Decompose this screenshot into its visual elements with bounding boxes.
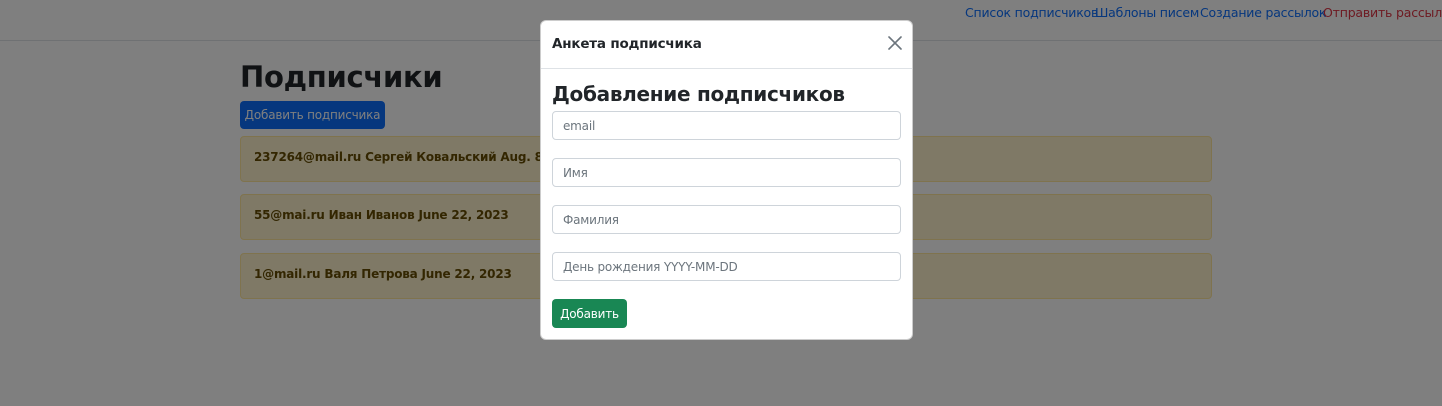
close-icon — [888, 36, 902, 50]
birthday-input[interactable] — [552, 252, 901, 281]
modal-close-button[interactable] — [887, 35, 903, 51]
last-name-input[interactable] — [552, 205, 901, 234]
subscriber-form-modal: Анкета подписчика Добавление подписчиков… — [540, 20, 913, 340]
first-name-input[interactable] — [552, 158, 901, 187]
submit-add-button[interactable]: Добавить — [552, 299, 627, 328]
page: Список подписчиков Шаблоны писем Создани… — [0, 0, 1442, 406]
modal-header: Анкета подписчика — [541, 21, 912, 69]
form-heading: Добавление подписчиков — [552, 82, 845, 106]
email-input[interactable] — [552, 111, 901, 140]
modal-title: Анкета подписчика — [552, 36, 702, 52]
